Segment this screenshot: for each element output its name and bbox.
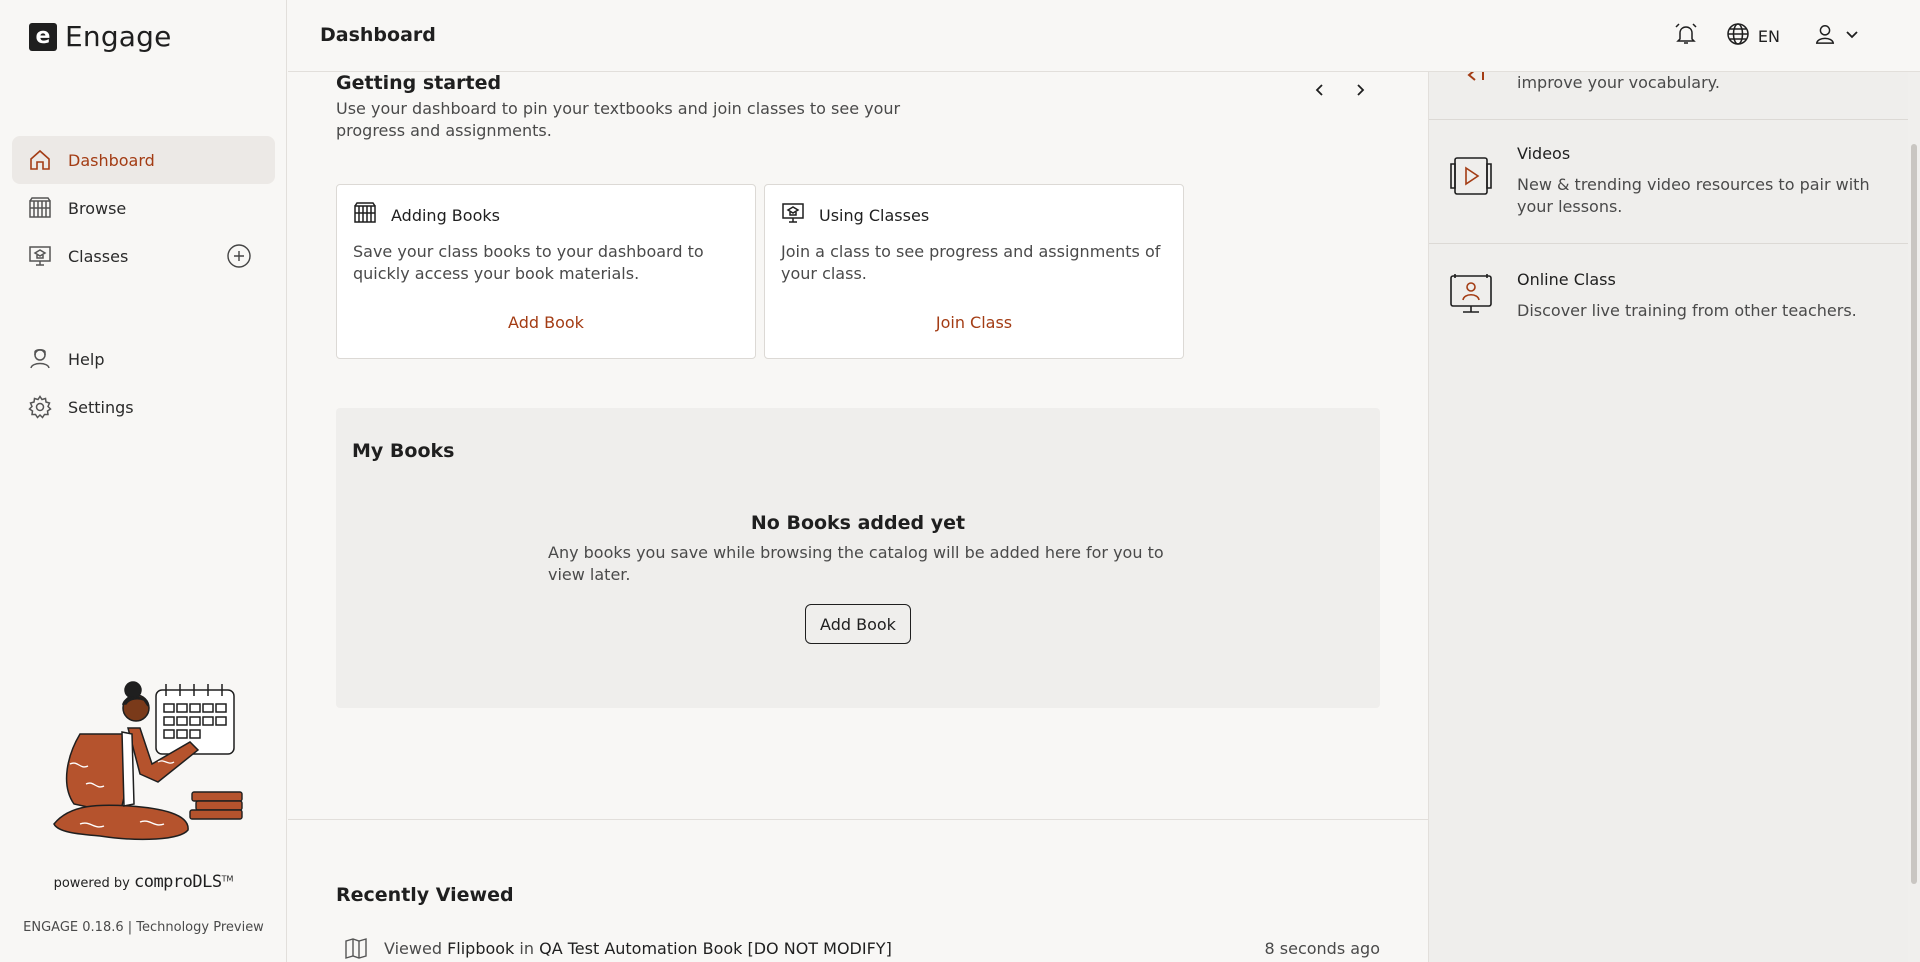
my-books-title: My Books — [352, 440, 455, 462]
page-title: Dashboard — [320, 24, 436, 46]
recently-viewed-item[interactable]: Viewed Flipbook in QA Test Automation Bo… — [344, 936, 1380, 960]
resource-description: New & trending video resources to pair w… — [1517, 175, 1870, 216]
recently-viewed-title: Recently Viewed — [336, 884, 514, 906]
sidebar-item-settings[interactable]: Settings — [12, 383, 275, 431]
online-class-icon — [1449, 272, 1493, 316]
sidebar-item-classes[interactable]: Classes — [12, 232, 275, 280]
book-title[interactable]: QA Test Automation Book [DO NOT MODIFY] — [539, 939, 892, 958]
gear-icon — [28, 395, 52, 419]
notifications-button[interactable] — [1674, 22, 1698, 50]
resource-name: Flipbook — [447, 938, 515, 958]
classroom-icon — [781, 201, 805, 229]
chevron-down-icon — [1844, 26, 1860, 46]
open-book-icon — [344, 936, 368, 960]
sidebar-item-help[interactable]: Help — [12, 335, 275, 383]
card-body: Save your class books to your dashboard … — [353, 242, 704, 283]
card-title: Adding Books — [391, 205, 500, 225]
activity-prefix: Viewed — [384, 938, 442, 958]
getting-started-title: Getting started — [336, 72, 502, 94]
vocabulary-icon — [1449, 72, 1493, 86]
top-header: Dashboard EN — [288, 0, 1920, 72]
user-menu[interactable] — [1814, 23, 1860, 49]
getting-started-description: Use your dashboard to pin your textbooks… — [336, 99, 901, 140]
books-icon — [353, 201, 377, 229]
powered-by: powered by comproDLSTM — [0, 872, 287, 892]
chevron-left-icon — [1315, 84, 1323, 96]
header-actions: EN — [1674, 22, 1860, 50]
resource-item-online-class[interactable]: Online Class Discover live training from… — [1429, 244, 1908, 354]
carousel-next-button[interactable] — [1348, 78, 1372, 102]
powered-by-label: powered by — [53, 876, 130, 891]
timestamp: 8 seconds ago — [1264, 938, 1381, 958]
card-header: Adding Books — [353, 201, 500, 229]
sidebar-item-browse[interactable]: Browse — [12, 184, 275, 232]
bell-icon — [1674, 22, 1698, 50]
scrollbar[interactable] — [1908, 72, 1920, 962]
add-class-icon[interactable] — [227, 244, 251, 268]
empty-state-title: No Books added yet — [750, 512, 966, 534]
app-logo[interactable]: e Engage — [29, 20, 172, 53]
resource-description: improve your vocabulary. — [1517, 73, 1720, 92]
resource-item-videos[interactable]: Videos New & trending video resources to… — [1429, 120, 1908, 244]
user-icon — [1814, 23, 1836, 49]
resource-title: Online Class — [1517, 270, 1616, 289]
primary-nav: Dashboard Browse Classes — [12, 136, 275, 280]
section-divider — [288, 819, 1428, 820]
resource-title: Videos — [1517, 144, 1571, 163]
add-book-button[interactable]: Add Book — [805, 604, 911, 644]
version-text: ENGAGE 0.18.6 | Technology Preview — [23, 920, 264, 935]
resources-panel: improve your vocabulary. Videos New & tr… — [1428, 72, 1908, 962]
sidebar-item-label: Browse — [68, 198, 127, 218]
using-classes-card: Using Classes Join a class to see progre… — [764, 184, 1184, 359]
card-title: Using Classes — [819, 205, 930, 225]
sidebar-item-label: Help — [68, 349, 105, 369]
resource-item-vocabulary[interactable]: improve your vocabulary. — [1429, 72, 1908, 120]
adding-books-card: Adding Books Save your class books to yo… — [336, 184, 756, 359]
my-books-section: My Books No Books added yet Any books yo… — [336, 408, 1380, 708]
sidebar-item-dashboard[interactable]: Dashboard — [12, 136, 275, 184]
powered-brand: comproDLS — [133, 872, 222, 892]
language-selector[interactable]: EN — [1726, 22, 1780, 50]
carousel-prev-button[interactable] — [1308, 78, 1332, 102]
join-class-link[interactable]: Join Class — [765, 313, 1183, 332]
card-body: Join a class to see progress and assignm… — [781, 242, 1161, 283]
video-icon — [1449, 154, 1493, 198]
classroom-icon — [28, 244, 52, 268]
books-icon — [28, 196, 52, 220]
card-header: Using Classes — [781, 201, 929, 229]
app-name: Engage — [65, 20, 172, 53]
sidebar: e Engage Dashboard Browse Classes Help S… — [0, 0, 287, 962]
main-content: Getting started Use your dashboard to pi… — [288, 72, 1428, 962]
resource-description: Discover live training from other teache… — [1517, 301, 1857, 320]
sidebar-item-label: Settings — [68, 397, 134, 417]
language-label: EN — [1757, 26, 1780, 46]
help-icon — [28, 347, 52, 371]
globe-icon — [1726, 22, 1750, 50]
scrollbar-thumb[interactable] — [1911, 144, 1917, 884]
home-icon — [28, 148, 52, 172]
chevron-right-icon — [1357, 84, 1365, 96]
sidebar-item-label: Classes — [68, 246, 129, 266]
add-book-link[interactable]: Add Book — [337, 313, 755, 332]
trademark: TM — [221, 874, 234, 884]
sidebar-item-label: Dashboard — [68, 150, 155, 170]
teacher-illustration — [40, 664, 250, 844]
logo-mark: e — [29, 22, 57, 51]
activity-joiner: in — [519, 938, 534, 958]
empty-state-description: Any books you save while browsing the ca… — [548, 543, 1164, 584]
secondary-nav: Help Settings — [12, 335, 275, 431]
